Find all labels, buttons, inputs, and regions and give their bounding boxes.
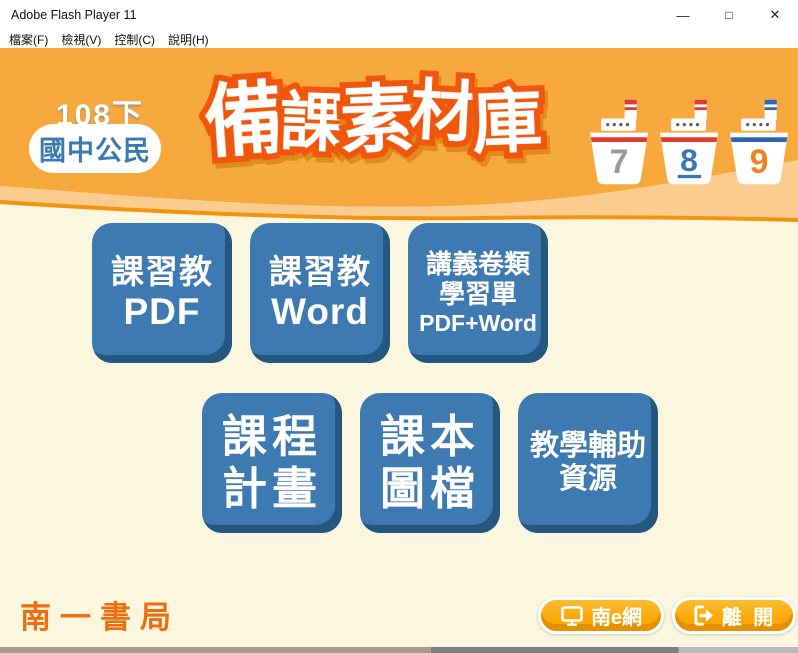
textbook-images-button[interactable]: 課本 圖檔	[360, 393, 500, 533]
title-char: 課 課	[278, 71, 345, 165]
window-controls: — □ ✕	[660, 0, 798, 30]
selected-underline	[678, 175, 701, 178]
page-title: 備 備 課 課 素 素 材 材 庫 庫	[206, 56, 540, 172]
nan-e-web-button[interactable]: 南e網	[538, 597, 664, 634]
subject-badge: 國中公民	[29, 124, 161, 173]
title-char: 庫 庫	[470, 65, 543, 168]
teaching-aids-button[interactable]: 教學輔助 資源	[518, 393, 658, 533]
title-char: 素 素	[338, 59, 416, 169]
workbook-pdf-button[interactable]: 課習教 PDF	[92, 223, 232, 363]
handouts-worksheets-button[interactable]: 講義卷類 學習單 PDF+Word	[408, 223, 548, 363]
svg-text:9: 9	[750, 143, 769, 181]
publisher-logo: 南一書局	[20, 592, 180, 637]
minimize-icon[interactable]: —	[660, 0, 706, 30]
window-bottom-edge	[0, 647, 798, 653]
ship-grade-9-button[interactable]: 9	[728, 98, 790, 191]
grade-selector: 7 8	[588, 98, 790, 191]
curriculum-plan-button[interactable]: 課程 計畫	[202, 393, 342, 533]
window-titlebar: Adobe Flash Player 11 — □ ✕	[0, 0, 798, 30]
flash-content: 108下 國中公民 備 備 課 課 素 素 材 材 庫 庫	[0, 48, 798, 647]
svg-text:8: 8	[680, 142, 698, 178]
maximize-icon[interactable]: □	[706, 0, 752, 30]
close-icon[interactable]: ✕	[752, 0, 798, 30]
ship-icon: 8	[658, 98, 720, 186]
nan-e-web-label: 南e網	[591, 601, 642, 630]
ship-icon: 7	[588, 98, 650, 186]
workbook-word-button[interactable]: 課習教 Word	[250, 223, 390, 363]
svg-text:7: 7	[610, 143, 629, 181]
monitor-icon	[560, 604, 584, 628]
exit-button[interactable]: 離 開	[672, 597, 796, 634]
ship-icon: 9	[728, 98, 790, 186]
menu-bar: 檔案(F) 檢視(V) 控制(C) 說明(H)	[0, 30, 798, 48]
exit-icon	[692, 604, 715, 627]
menu-help[interactable]: 說明(H)	[168, 31, 209, 48]
app-window: Adobe Flash Player 11 — □ ✕ 檔案(F) 檢視(V) …	[0, 0, 798, 653]
menu-file[interactable]: 檔案(F)	[9, 31, 48, 48]
ship-grade-8-button[interactable]: 8	[658, 98, 720, 191]
window-title: Adobe Flash Player 11	[0, 8, 660, 22]
exit-label: 離 開	[722, 601, 777, 630]
ship-grade-7-button[interactable]: 7	[588, 98, 650, 191]
menu-view[interactable]: 檢視(V)	[61, 31, 101, 48]
menu-control[interactable]: 控制(C)	[114, 31, 155, 48]
title-char: 材 材	[408, 56, 479, 155]
title-char: 備 備	[200, 53, 288, 174]
